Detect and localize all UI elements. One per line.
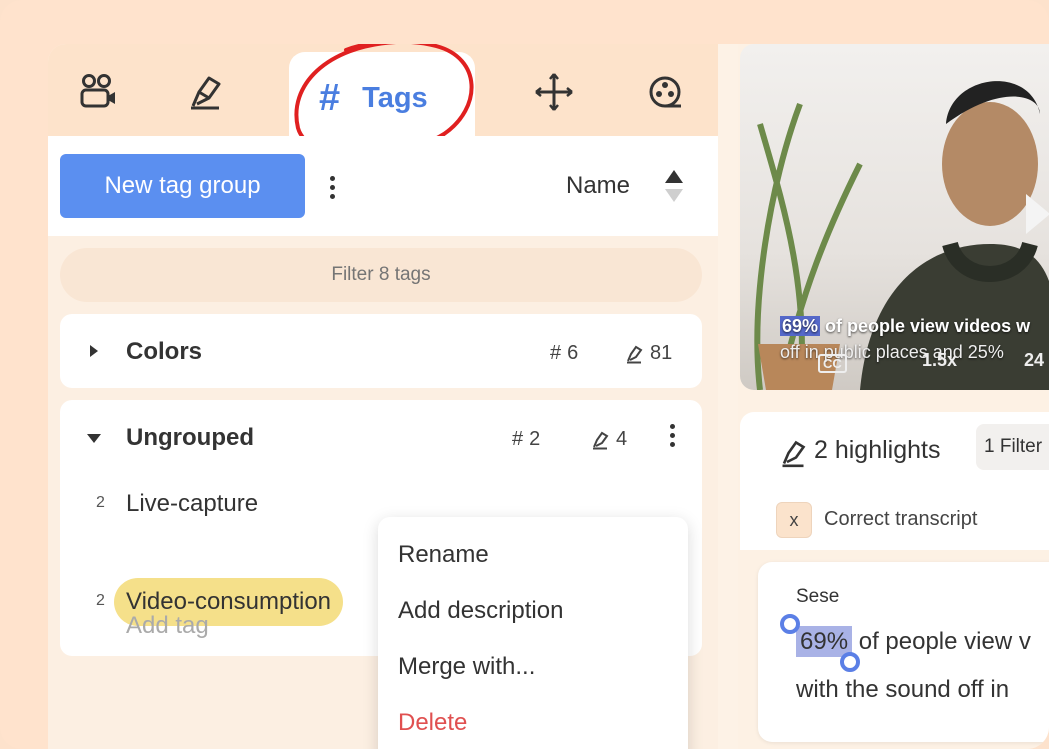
group-name: Ungrouped [126,424,254,451]
context-menu: Rename Add description Merge with... Del… [378,517,688,749]
hash-icon: # [550,342,562,364]
group-options-icon[interactable] [670,424,675,447]
new-tag-group-button[interactable]: New tag group [60,154,305,218]
tags-toolbar: New tag group Name [48,136,718,236]
highlighter-icon[interactable] [185,72,225,112]
tag-usage-count: 2 [96,592,105,609]
group-name: Colors [126,338,203,365]
highlight-count: 81 [624,342,672,365]
tag-usage-count: 2 [96,494,105,511]
selection-start-handle[interactable] [780,614,800,634]
highlight-count: 4 [590,428,627,451]
video-caption-line1: 69% of people view videos w [780,316,1031,336]
tag-row-live-capture[interactable]: 2 Live-capture [60,480,380,528]
menu-delete[interactable]: Delete [398,709,467,737]
more-options-icon[interactable] [330,176,335,199]
highlighter-icon [627,345,643,363]
cc-button[interactable]: CC [818,354,847,373]
menu-merge-with[interactable]: Merge with... [398,653,535,681]
tag-row-video-consumption[interactable]: 2 Video-consumption [60,578,400,626]
video-time: 24 [1024,350,1045,370]
video-caption-line2: off in public places and 25% [780,342,1004,362]
tab-tags[interactable]: # Tags [289,52,475,144]
plus-move-icon[interactable] [534,72,574,112]
highlight-card[interactable]: Sese 69% of people view v with the sound… [758,562,1049,742]
playback-speed[interactable]: 1.5x [922,350,957,371]
filter-chip-label: Correct transcript [824,508,978,530]
tag-count: #2 [512,428,541,450]
transcript-line1: 69% of people view v [796,626,1031,657]
highlights-count: 2 highlights [814,436,941,464]
tags-panel: # Tags New tag group Name Filter 8 tags … [48,44,718,749]
tag-group-colors[interactable]: Colors #6 81 [60,314,702,388]
video-player[interactable]: 69% of people view videos w off in publi… [740,44,1049,390]
film-reel-icon[interactable] [645,72,685,112]
users-video-icon[interactable] [78,72,118,112]
tag-count: #6 [550,342,579,364]
tab-bar: # Tags [48,44,718,158]
transcript-line2: with the sound off in [796,676,1010,703]
caret-right-icon[interactable] [88,344,100,358]
right-panel: 69% of people view videos w off in publi… [738,44,1049,749]
highlighter-icon [782,440,806,468]
add-tag-input[interactable]: Add tag [126,612,209,640]
highlights-header: 2 highlights 1 Filter x Correct transcri… [740,412,1049,550]
tag-name: Live-capture [126,490,259,517]
menu-add-description[interactable]: Add description [398,597,563,625]
caret-down-icon[interactable] [86,432,102,444]
sort-label[interactable]: Name [566,172,630,200]
remove-filter-button[interactable]: x [776,502,812,538]
menu-rename[interactable]: Rename [398,541,489,569]
app-window: # Tags New tag group Name Filter 8 tags … [48,44,1049,749]
video-frame-image [754,81,1049,390]
highlighter-icon [593,431,609,449]
tab-tags-label: Tags [362,81,428,114]
speaker-name: Sese [796,586,840,607]
selection-end-handle[interactable] [840,652,860,672]
sort-arrows-icon[interactable] [663,166,685,206]
hash-icon: # [512,428,524,450]
filter-button[interactable]: 1 Filter [976,424,1049,470]
filter-tags-input[interactable] [60,248,702,302]
selected-text: 69% [796,626,853,657]
hash-icon: # [319,76,341,119]
screenshot-frame: # Tags New tag group Name Filter 8 tags … [0,0,1049,749]
